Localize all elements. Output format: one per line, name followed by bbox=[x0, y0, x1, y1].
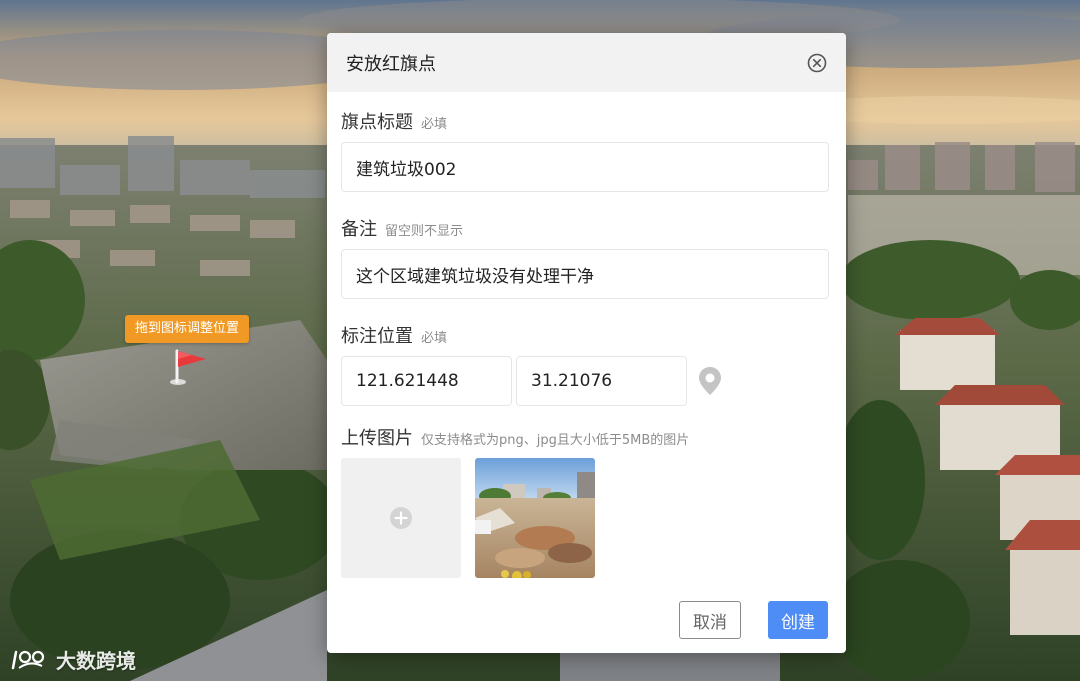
remark-input[interactable] bbox=[341, 249, 829, 299]
dialog-title: 安放红旗点 bbox=[346, 53, 436, 75]
create-button[interactable]: 创建 bbox=[768, 601, 828, 639]
map-pin-icon[interactable] bbox=[697, 366, 723, 396]
latitude-input[interactable] bbox=[516, 356, 687, 406]
title-hint: 必填 bbox=[421, 117, 448, 132]
position-hint: 必填 bbox=[421, 331, 448, 346]
dialog-body: 旗点标题 必填 备注 留空则不显示 标注位置 必填 bbox=[327, 92, 846, 578]
uploaded-image-thumbnail[interactable] bbox=[475, 458, 595, 578]
watermark-text: 大数跨境 bbox=[56, 649, 136, 673]
plus-circle-icon bbox=[390, 507, 412, 529]
watermark: 大数跨境 bbox=[10, 645, 136, 674]
cancel-button[interactable]: 取消 bbox=[679, 601, 741, 639]
position-label: 标注位置 bbox=[341, 326, 413, 347]
coordinate-row bbox=[341, 356, 829, 406]
dialog-header: 安放红旗点 bbox=[327, 33, 846, 92]
upload-hint: 仅支持格式为png、jpg且大小低于5MB的图片 bbox=[421, 433, 690, 448]
title-label: 旗点标题 bbox=[341, 112, 413, 133]
title-label-row: 旗点标题 必填 bbox=[341, 108, 829, 133]
title-input[interactable] bbox=[341, 142, 829, 192]
dialog-footer: 取消 创建 bbox=[679, 601, 828, 639]
upload-row bbox=[341, 458, 829, 578]
close-circle-icon[interactable] bbox=[806, 52, 828, 74]
upload-label-row: 上传图片 仅支持格式为png、jpg且大小低于5MB的图片 bbox=[341, 424, 829, 449]
upload-label: 上传图片 bbox=[341, 428, 413, 449]
logo-icon bbox=[11, 650, 45, 669]
title-field: 旗点标题 必填 bbox=[341, 108, 829, 192]
remark-label: 备注 bbox=[341, 219, 377, 240]
upload-field: 上传图片 仅支持格式为png、jpg且大小低于5MB的图片 bbox=[341, 424, 829, 578]
longitude-input[interactable] bbox=[341, 356, 512, 406]
red-flag-icon[interactable] bbox=[170, 345, 210, 387]
remark-field: 备注 留空则不显示 bbox=[341, 215, 829, 299]
position-label-row: 标注位置 必填 bbox=[341, 322, 829, 347]
position-field: 标注位置 必填 bbox=[341, 322, 829, 406]
remark-hint: 留空则不显示 bbox=[385, 224, 464, 239]
place-flag-dialog: 安放红旗点 旗点标题 必填 备注 留空则不显示 标注位置 必 bbox=[327, 33, 846, 653]
remark-label-row: 备注 留空则不显示 bbox=[341, 215, 829, 240]
upload-add-button[interactable] bbox=[341, 458, 461, 578]
drag-tip: 拖到图标调整位置 bbox=[125, 315, 250, 343]
